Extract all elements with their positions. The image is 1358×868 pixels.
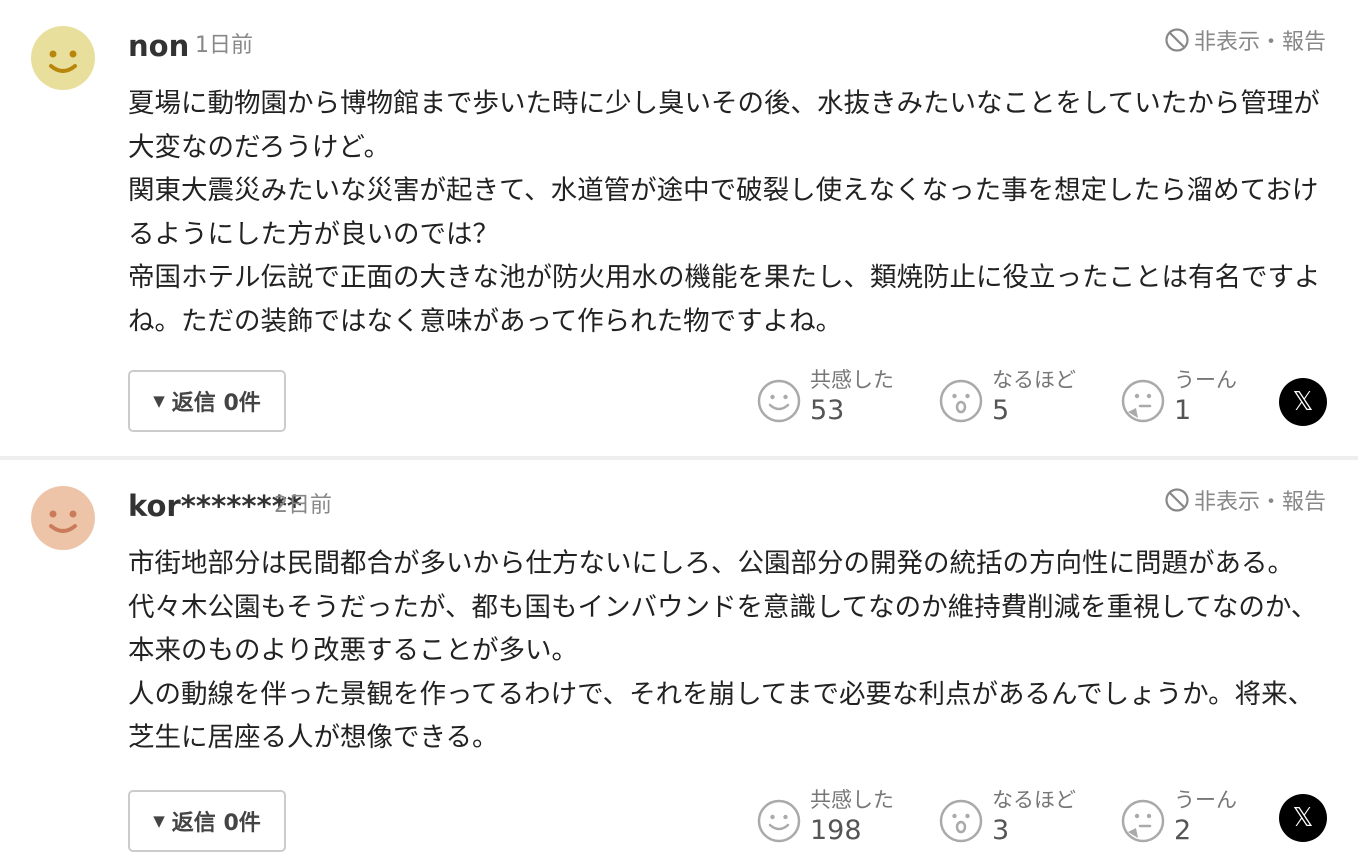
reply-label: 返信 0件: [171, 391, 261, 416]
smile-face-icon: [757, 799, 801, 843]
comment-paragraph: 市街地部分は民間都合が多いから仕方ないにしろ、公園部分の開発の統括の方向性に問題…: [128, 548, 1318, 667]
reaction-count: 1: [1174, 395, 1192, 426]
avatar-smiley-icon[interactable]: [31, 26, 95, 90]
reaction-label: なるほど: [992, 368, 1076, 392]
reaction-count: 198: [810, 815, 862, 846]
surprised-face-icon: [939, 799, 983, 843]
reply-toggle-button[interactable]: ▼ 返信 0件: [128, 790, 286, 852]
comment-body: 市街地部分は民間都合が多いから仕方ないにしろ、公園部分の開発の統括の方向性に問題…: [128, 542, 1323, 760]
triangle-down-icon: ▼: [153, 392, 165, 410]
avatar-smiley-icon[interactable]: [31, 486, 95, 550]
thinking-face-icon: [1121, 379, 1165, 423]
reaction-naruhodo-button[interactable]: なるほど 3: [938, 786, 1076, 848]
ban-icon: [1165, 488, 1189, 512]
reaction-count: 3: [992, 815, 1010, 846]
comment-body: 夏場に動物園から博物館まで歩いた時に少し臭いその後、水抜きみたいなことをしていた…: [128, 82, 1323, 344]
comment-item: non 1日前 非表示・報告 夏場に動物園から博物館まで歩いた時に少し臭いその後…: [0, 0, 1358, 456]
x-logo-icon: 𝕏: [1292, 387, 1314, 417]
reaction-label: うーん: [1174, 788, 1237, 812]
reply-toggle-button[interactable]: ▼ 返信 0件: [128, 370, 286, 432]
surprised-face-icon: [939, 379, 983, 423]
comment-time: 1日前: [195, 33, 253, 58]
comment-paragraph: 人の動線を伴った景観を作ってるわけで、それを崩してまで必要な利点があるんでしょう…: [128, 678, 1315, 754]
reaction-empathy-button[interactable]: 共感した 198: [756, 786, 894, 848]
reaction-empathy-button[interactable]: 共感した 53: [756, 366, 894, 428]
x-logo-icon: 𝕏: [1292, 803, 1314, 833]
x-share-button[interactable]: 𝕏: [1279, 378, 1327, 426]
reaction-count: 5: [992, 395, 1010, 426]
reaction-count: 53: [810, 395, 845, 426]
hide-report-label: 非表示・報告: [1193, 30, 1326, 55]
reaction-label: 共感した: [810, 368, 894, 392]
comment-time: 2日前: [274, 493, 332, 518]
thinking-face-icon: [1121, 799, 1165, 843]
hide-report-link[interactable]: 非表示・報告: [1164, 484, 1326, 516]
triangle-down-icon: ▼: [153, 812, 165, 830]
hide-report-link[interactable]: 非表示・報告: [1164, 24, 1326, 56]
reaction-uun-button[interactable]: うーん 2: [1120, 786, 1237, 848]
comment-item: kor******** 2日前 非表示・報告 市街地部分は民間都合が多いから仕方…: [0, 460, 1358, 868]
comment-author[interactable]: non: [128, 28, 189, 64]
comment-paragraph: 帝国ホテル伝説で正面の大きな池が防火用水の機能を果たし、類焼防止に役立ったことは…: [128, 262, 1321, 337]
comment-paragraph: 関東大震災みたいな災害が起きて、水道管が途中で破裂し使えなくなった事を想定したら…: [128, 175, 1319, 250]
hide-report-label: 非表示・報告: [1193, 490, 1326, 515]
ban-icon: [1165, 28, 1189, 52]
x-share-button[interactable]: 𝕏: [1279, 794, 1327, 842]
reply-label: 返信 0件: [171, 811, 261, 836]
comment-paragraph: 夏場に動物園から博物館まで歩いた時に少し臭いその後、水抜きみたいなことをしていた…: [128, 88, 1320, 163]
reaction-label: なるほど: [992, 788, 1076, 812]
reaction-count: 2: [1174, 815, 1192, 846]
reaction-uun-button[interactable]: うーん 1: [1120, 366, 1237, 428]
reaction-naruhodo-button[interactable]: なるほど 5: [938, 366, 1076, 428]
smile-face-icon: [757, 379, 801, 423]
reaction-label: 共感した: [810, 788, 894, 812]
reaction-label: うーん: [1174, 368, 1237, 392]
